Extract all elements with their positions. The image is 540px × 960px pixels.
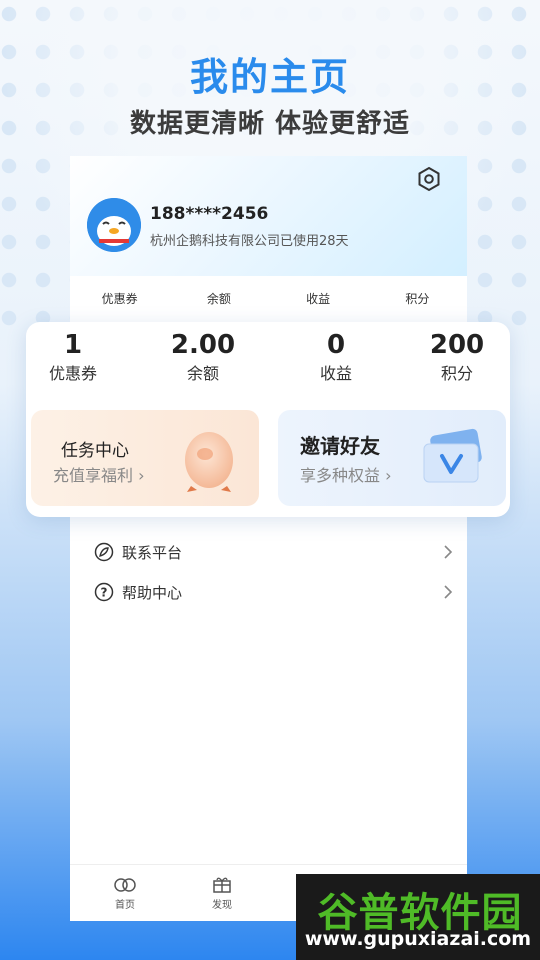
egg-mascot-icon [185,432,233,492]
leaf-icon [94,542,114,562]
stat-label: 积分 [440,364,473,383]
home-icon [114,878,136,892]
avatar[interactable] [87,198,141,252]
stat-label: 余额 [186,364,219,383]
stat-balance[interactable]: 2.00 余额 [148,328,258,386]
menu-item-help[interactable]: ? 帮助中心 [94,577,454,607]
question-icon: ? [94,582,114,602]
mini-stat-label: 收益 [306,292,331,306]
hero-title: 我的主页 [189,55,350,99]
watermark-url: www.gupuxiazai.com [304,928,532,950]
task-center-title: 任务中心 [61,441,129,461]
profile-description: 杭州企鹅科技有限公司已使用28天 [150,234,349,249]
mini-stats-row: 优惠券 余额 收益 积分 [70,290,467,307]
invite-friends-tile[interactable]: 邀请好友 享多种权益 › [278,410,506,506]
tab-home[interactable]: 首页 [95,875,155,911]
task-center-subtitle: 充值享福利 › [53,466,145,485]
vip-card-icon [423,428,482,483]
mini-stat-label: 余额 [206,292,231,306]
phone-screen: 188****2456 杭州企鹅科技有限公司已使用28天 优惠券 余额 收益 积… [70,156,467,921]
gift-icon [213,877,231,893]
chevron-right-icon [442,584,454,600]
stat-label: 收益 [319,364,352,383]
menu-item-label: 帮助中心 [122,583,183,602]
settings-icon[interactable] [416,166,442,192]
menu-item-contact[interactable]: 联系平台 [94,537,454,567]
stat-earnings[interactable]: 0 收益 [281,328,391,386]
menu-item-label: 联系平台 [122,543,183,562]
penguin-avatar-icon [87,198,141,252]
svg-text:?: ? [101,586,108,600]
invite-friends-title: 邀请好友 [300,434,380,458]
task-center-tile[interactable]: 任务中心 充值享福利 › [31,410,259,506]
phone-number: 188****2456 [150,204,269,224]
stat-value: 2.00 [170,330,236,360]
invite-friends-subtitle: 享多种权益 › [300,466,392,485]
hero-subtitle: 数据更清晰 体验更舒适 [129,109,411,139]
stat-points[interactable]: 200 积分 [402,328,512,386]
tab-label: 发现 [212,900,232,911]
mini-stat-label: 积分 [405,292,430,306]
stat-label: 优惠券 [48,364,97,383]
chevron-right-icon [442,544,454,560]
mini-stat-label: 优惠券 [101,292,138,306]
stat-value: 0 [326,330,346,360]
stat-coupons[interactable]: 1 优惠券 [18,328,128,386]
tab-discover[interactable]: 发现 [192,875,252,911]
stats-row: 1 优惠券 2.00 余额 0 收益 200 积分 [26,328,510,398]
stats-card: 1 优惠券 2.00 余额 0 收益 200 积分 任务中心 充值享福利 › 邀… [26,322,510,517]
tab-label: 首页 [115,900,135,911]
stat-value: 1 [63,330,83,360]
stat-value: 200 [429,330,485,360]
